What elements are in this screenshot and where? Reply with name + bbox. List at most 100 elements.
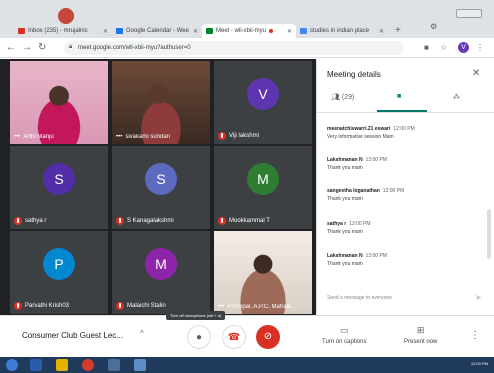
browser-tab-strip: Inbox (235) - mrujalnic ✕ Google Calenda… [0, 0, 494, 38]
gmail-icon [18, 28, 25, 34]
tab-calendar[interactable]: Google Calendar - Wee ✕ [112, 24, 202, 38]
more-options-icon[interactable]: ••• [218, 304, 224, 310]
present-now-button[interactable]: ⊞ Present now [404, 325, 437, 345]
camera-off-button[interactable]: ⊘ [256, 325, 280, 349]
url-field[interactable]: 🔒︎ meet.google.com/wll-xbii-myu?authuser… [64, 41, 404, 55]
video-grid: ••• Arthi Manju ••• sivakami sundari V V… [0, 59, 316, 315]
forward-arrow-icon[interactable]: → [22, 41, 32, 55]
more-options-icon[interactable]: ⋮ [470, 330, 480, 341]
tab-label: Inbox (235) - mrujalnic [28, 28, 88, 34]
mic-off-icon [116, 302, 124, 310]
chat-message: Lakshmanan N 12:00 PM Thank you mam [327, 157, 487, 171]
microphone-button[interactable]: ● [187, 325, 211, 349]
close-icon[interactable]: ✕ [472, 68, 480, 79]
participant-tile[interactable]: ••• Principal, A.P.C. Mahale... [214, 231, 312, 314]
close-icon[interactable]: ✕ [284, 28, 292, 35]
participant-avatar: S [145, 163, 177, 196]
close-icon[interactable]: ✕ [190, 28, 198, 35]
chat-message-input[interactable]: Send a message to everyone [327, 295, 392, 301]
tab-label: Meet - wll-xbii-myu [216, 28, 267, 34]
taskbar-clock: 12:00 PM [470, 361, 488, 366]
tab-meet[interactable]: Meet - wll-xbii-myu ✕ [202, 24, 296, 38]
present-icon: ⊞ [416, 325, 425, 335]
participant-name: Mookkammal T [229, 218, 270, 224]
message-time: 12:00 PM [349, 221, 371, 227]
message-time: 12:00 PM [365, 157, 387, 163]
chat-message: meenatchiswarri.21 eswari 12:00 PM Very i… [327, 126, 487, 140]
meeting-title[interactable]: Consumer Club Guest Lec... [22, 331, 123, 340]
participant-tile[interactable]: P Parvathi Krish03 [10, 231, 108, 314]
meeting-control-bar: Consumer Club Guest Lec... ^ ● ☎ ⊘ ▭ Tur… [0, 315, 494, 357]
new-tab-button[interactable]: + [395, 24, 401, 38]
start-icon[interactable] [6, 359, 18, 371]
reload-icon[interactable]: ↻ [38, 41, 46, 55]
participant-avatar: M [145, 248, 177, 281]
phone-hangup-icon: ☎ [227, 332, 241, 343]
tab-studies[interactable]: studies in indian place ✕ [296, 24, 388, 38]
mic-off-icon [14, 217, 22, 225]
participant-name: Malaichi Stalin [127, 303, 166, 309]
message-sender: sangeetha loganathan [327, 188, 380, 194]
tab-activities[interactable]: ⁂ [453, 93, 460, 101]
participant-name: Parvathi Krish03 [25, 303, 70, 309]
more-options-icon[interactable]: ••• [116, 134, 122, 140]
participant-name-bar: ••• Arthi Manju [14, 134, 104, 140]
participant-tile[interactable]: S S Kanagalakshmi [112, 146, 210, 229]
message-text: Thank you mam [327, 261, 363, 267]
participant-name-bar: Viji lakshmi [218, 132, 308, 140]
chrome-icon[interactable] [82, 359, 94, 371]
chat-message: sangeetha loganathan 12:00 PM Thank you m… [327, 188, 487, 202]
participant-name-bar: sathya r [14, 217, 104, 225]
back-arrow-icon[interactable]: ← [6, 41, 16, 55]
camera-icon[interactable]: ■ [424, 41, 429, 55]
chat-scrollbar[interactable] [487, 209, 491, 259]
star-icon[interactable]: ☆ [440, 41, 447, 55]
participant-video [10, 61, 108, 144]
participant-tile[interactable]: V Viji lakshmi [214, 61, 312, 144]
chat-icon: ■ [397, 93, 402, 100]
participant-tile[interactable]: M Mookkammal T [214, 146, 312, 229]
send-icon[interactable]: ➤ [475, 293, 482, 302]
ie-icon[interactable] [30, 359, 42, 371]
participant-tile[interactable]: ••• Arthi Manju [10, 61, 108, 144]
captions-icon: ▭ [339, 325, 349, 335]
app-icon[interactable] [108, 359, 120, 371]
window-controls[interactable] [456, 9, 482, 18]
participant-avatar: P [43, 248, 75, 281]
mic-off-icon [116, 217, 124, 225]
settings-icon[interactable]: ⚙ [430, 22, 437, 31]
participant-tile[interactable]: ••• sivakami sundari [112, 61, 210, 144]
captions-button[interactable]: ▭ Turn on captions [322, 325, 366, 345]
chevron-up-icon[interactable]: ^ [140, 329, 144, 338]
participant-name: sivakami sundari [125, 134, 170, 140]
camera-off-icon: ⊘ [263, 331, 273, 342]
close-icon[interactable]: ✕ [100, 28, 108, 35]
participant-avatar: V [247, 78, 279, 111]
message-sender: sathya r [327, 221, 347, 227]
red-badge-icon [58, 8, 74, 24]
account-avatar[interactable]: V [458, 42, 469, 53]
participant-avatar: M [247, 163, 279, 196]
hang-up-button[interactable]: ☎ [222, 325, 246, 349]
tab-inbox[interactable]: Inbox (235) - mrujalnic ✕ [14, 24, 112, 38]
more-options-icon[interactable]: ••• [14, 134, 20, 140]
panel-divider [317, 112, 494, 113]
participant-name-bar: Mookkammal T [218, 217, 308, 225]
app-icon[interactable] [134, 359, 146, 371]
menu-icon[interactable]: ⋮ [476, 41, 484, 55]
address-bar: ← → ↻ 🔒︎ meet.google.com/wll-xbii-myu?au… [0, 38, 494, 58]
tab-people[interactable]: 👥︎ (29) [331, 93, 354, 101]
folder-icon[interactable] [56, 359, 68, 371]
tab-chat[interactable]: ■ [397, 93, 401, 100]
participant-tile[interactable]: M Malaichi Stalin [112, 231, 210, 314]
message-text: Thank you mam [327, 196, 363, 202]
close-icon[interactable]: ✕ [376, 28, 384, 35]
participant-name-bar: ••• Principal, A.P.C. Mahale... [218, 304, 308, 310]
participant-tile[interactable]: S sathya r [10, 146, 108, 229]
os-taskbar: 12:00 PM [0, 357, 494, 373]
google-icon [300, 28, 307, 34]
participant-name-bar: S Kanagalakshmi [116, 217, 206, 225]
participant-name: Arthi Manju [23, 134, 54, 140]
mic-off-icon [14, 302, 22, 310]
message-time: 12:00 PM [365, 253, 387, 259]
